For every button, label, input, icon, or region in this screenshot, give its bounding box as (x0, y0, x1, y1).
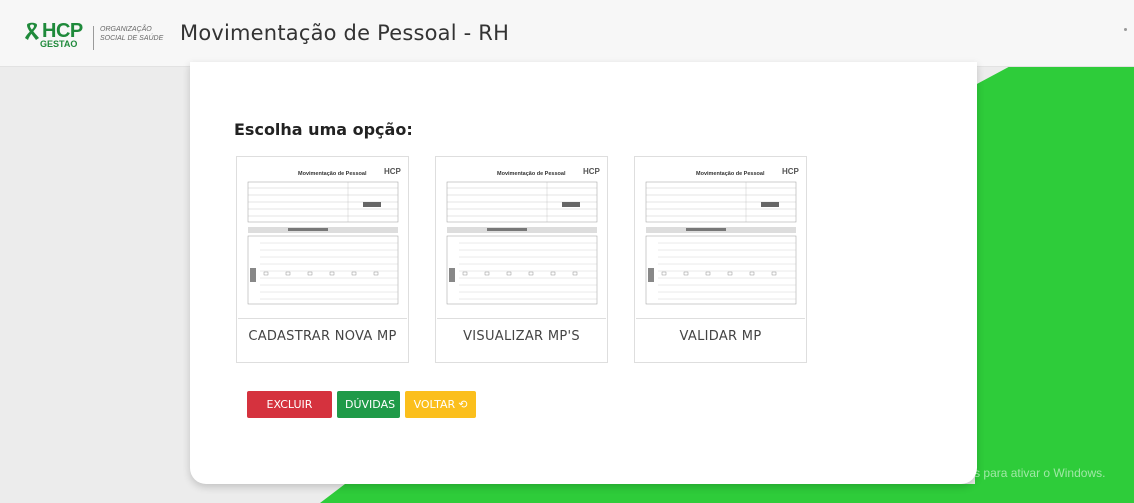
help-button[interactable]: DÚVIDAS (337, 391, 400, 418)
option-label: CADASTRAR NOVA MP (248, 329, 397, 344)
option-visualizar-mps[interactable]: Movimentação de Pessoal HCP VISUALIZAR MP… (435, 156, 608, 363)
form-document-icon: Movimentação de Pessoal HCP (238, 167, 407, 319)
logo-sub-text: GESTAO (40, 39, 78, 49)
option-label: VALIDAR MP (679, 329, 762, 344)
form-document-icon: Movimentação de Pessoal HCP (437, 167, 606, 319)
back-button[interactable]: VOLTAR ⟲ (405, 391, 476, 418)
ribbon-icon (25, 22, 39, 40)
preview-logo: HCP (583, 167, 601, 176)
back-button-label: VOLTAR (413, 398, 456, 411)
page-title: Movimentação de Pessoal - RH (180, 21, 510, 45)
logo-org-text: ORGANIZAÇÃO SOCIAL DE SAÚDE (100, 25, 163, 43)
preview-logo: HCP (384, 167, 402, 176)
top-bar: HCP GESTAO ORGANIZAÇÃO SOCIAL DE SAÚDE M… (0, 0, 1134, 67)
options-card: Escolha uma opção: Movimentação de Pesso… (190, 62, 977, 484)
undo-icon: ⟲ (458, 398, 468, 411)
form-document-icon: Movimentação de Pessoal HCP (636, 167, 805, 319)
choose-option-heading: Escolha uma opção: (234, 120, 413, 139)
option-cadastrar-nova-mp[interactable]: Movimentação de Pessoal HCP CADASTRAR NOV… (236, 156, 409, 363)
preview-title: Movimentação de Pessoal (497, 171, 566, 177)
delete-mps-button[interactable]: EXCLUIR MPS (247, 391, 332, 438)
logo-org-line2: SOCIAL DE SAÚDE (100, 35, 164, 42)
logo-divider (93, 26, 94, 50)
option-validar-mp[interactable]: Movimentação de Pessoal HCP VALIDAR MP (634, 156, 807, 363)
menu-dot-icon[interactable] (1124, 28, 1127, 31)
preview-title: Movimentação de Pessoal (696, 171, 765, 177)
option-label: VISUALIZAR MP'S (463, 329, 580, 344)
preview-logo: HCP (782, 167, 800, 176)
activation-watermark-line2: Acesse Configurações para ativar o Windo… (860, 466, 1106, 480)
logo-org-line1: ORGANIZAÇÃO (100, 26, 152, 33)
preview-title: Movimentação de Pessoal (298, 171, 367, 177)
